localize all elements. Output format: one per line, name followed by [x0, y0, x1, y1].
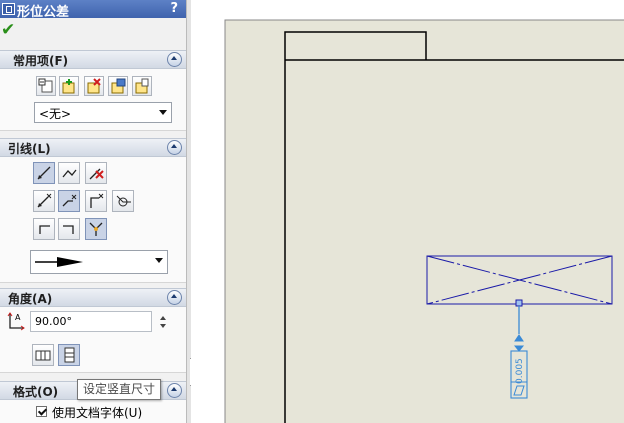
- leader-near-icon: [37, 193, 52, 208]
- angle-spinner[interactable]: [156, 311, 172, 332]
- property-manager-panel: 形位公差 ? ✔ 常用项(F) <无> 引线(L) 角度(A) A 90.00°…: [0, 0, 186, 423]
- load-style-button[interactable]: [36, 76, 56, 96]
- load-style-file-button[interactable]: [132, 76, 152, 96]
- angle-input[interactable]: 90.00°: [30, 311, 152, 332]
- arrow-style-select[interactable]: [30, 250, 168, 274]
- delete-style-button[interactable]: [84, 76, 104, 96]
- frame-style-icon: [35, 350, 51, 361]
- use-doc-font-label: 使用文档字体(U): [52, 406, 143, 420]
- group-common: 常用项(F) <无>: [0, 50, 186, 131]
- leader-perpendicular-icon: [90, 193, 104, 208]
- no-leader-icon: [89, 168, 104, 180]
- collapse-common-icon[interactable]: [167, 52, 182, 67]
- leader-right-icon: [63, 225, 74, 234]
- ok-button[interactable]: ✔: [1, 20, 21, 40]
- checkmark-icon: ✔: [1, 20, 16, 40]
- delete-style-icon: [87, 78, 101, 94]
- group-leader-header[interactable]: 引线(L): [0, 138, 186, 157]
- group-angle-title: 角度(A): [8, 292, 53, 306]
- load-style-file-icon: [135, 78, 149, 94]
- angle-icon: A: [7, 312, 25, 331]
- drawing-sheet: 0.005: [224, 19, 624, 423]
- gtol-handle: [515, 299, 523, 307]
- collapse-angle-icon[interactable]: [167, 290, 182, 305]
- leader-multijog-button[interactable]: [58, 190, 80, 212]
- leader-none-button[interactable]: [85, 162, 107, 184]
- collapse-leader-icon[interactable]: [167, 140, 182, 155]
- angle-value: 90.00°: [35, 315, 72, 328]
- leader-bent-icon: [62, 169, 77, 178]
- style-select[interactable]: <无>: [34, 102, 172, 123]
- use-doc-font-checkbox[interactable]: [36, 406, 47, 417]
- help-button[interactable]: ?: [170, 1, 178, 16]
- panel-title-bar: 形位公差 ?: [0, 0, 186, 20]
- tolerance-value: 0.005: [515, 358, 525, 384]
- frame-style-button[interactable]: [32, 344, 54, 366]
- group-leader-title: 引线(L): [8, 142, 51, 156]
- leader-left-icon: [39, 225, 50, 234]
- group-common-title: 常用项(F): [13, 54, 69, 68]
- leader-right-button[interactable]: [58, 218, 80, 240]
- group-leader: 引线(L): [0, 138, 186, 283]
- leader-attach-button[interactable]: [112, 190, 134, 212]
- spin-down-icon: [160, 324, 166, 328]
- leader-smart-icon: [89, 222, 103, 236]
- save-style-icon: [111, 78, 126, 94]
- style-select-value: <无>: [39, 107, 72, 121]
- leader-bent-button[interactable]: [58, 162, 80, 184]
- group-common-header[interactable]: 常用项(F): [0, 50, 186, 69]
- leader-attach-icon: [116, 195, 131, 207]
- gtol-icon: [2, 3, 15, 15]
- vertical-frame-button[interactable]: [58, 344, 80, 366]
- drawing-canvas[interactable]: 0.005: [191, 0, 624, 423]
- group-angle-header[interactable]: 角度(A): [0, 288, 186, 307]
- leader-near-button[interactable]: [33, 190, 55, 212]
- arrow-style-icon: [35, 257, 83, 267]
- panel-title: 形位公差: [17, 5, 70, 20]
- chevron-down-icon: [159, 110, 167, 115]
- add-style-button[interactable]: [59, 76, 79, 96]
- svg-text:A: A: [15, 313, 21, 322]
- leader-multijog-icon: [62, 194, 77, 207]
- leader-left-button[interactable]: [33, 218, 55, 240]
- leader-smart-button[interactable]: [85, 218, 107, 240]
- leader-straight-button[interactable]: [33, 162, 55, 184]
- vertical-frame-icon: [64, 347, 75, 363]
- spin-up-icon: [160, 316, 166, 320]
- leader-straight-icon: [37, 166, 51, 180]
- leader-perpendicular-button[interactable]: [85, 190, 107, 212]
- add-style-icon: [62, 79, 75, 94]
- group-format-title: 格式(O): [13, 385, 59, 399]
- save-style-button[interactable]: [108, 76, 128, 96]
- chevron-down-icon: [155, 258, 163, 263]
- tooltip: 设定竖直尺寸: [77, 379, 162, 400]
- collapse-format-icon[interactable]: [167, 383, 182, 398]
- load-style-icon: [38, 78, 53, 93]
